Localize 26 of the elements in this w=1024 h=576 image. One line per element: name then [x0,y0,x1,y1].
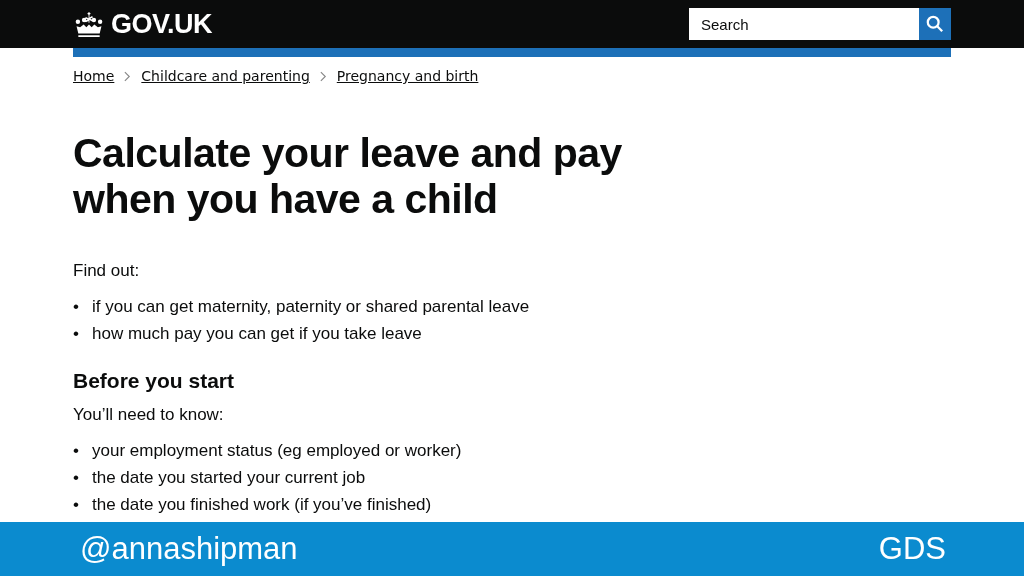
intro-text: Find out: [73,260,141,282]
list-item: if you can get maternity, paternity or shared parental leave [92,296,530,318]
chevron-icon [319,70,327,82]
bullet: • [73,467,80,489]
breadcrumb-link[interactable]: Home [73,68,115,84]
search-icon [926,15,944,33]
breadcrumb-link[interactable]: Childcare and parenting [141,68,310,84]
section-intro: You’ll need to know: [73,404,225,426]
author-handle: @annashipman [80,531,298,567]
govuk-logo-link[interactable]: GOV.UK [73,8,213,40]
chevron-icon [124,70,132,82]
list-item: the date you started your current job [92,467,366,489]
section-heading: Before you start [73,369,236,393]
bullet: • [73,296,80,318]
bullet: • [73,440,80,462]
list-item: the date you finished work (if you’ve finished) [92,494,432,516]
bullet: • [73,494,80,516]
organisation-name: GDS [878,531,946,567]
search-field[interactable]: Search [689,8,919,40]
breadcrumb-link[interactable]: Pregnancy and birth [336,68,479,84]
crown-icon [73,10,105,38]
page-title: Calculate your leave and pay when you have a child [73,130,623,222]
search-button[interactable] [919,8,951,40]
list-item: your employment status (eg employed or worker) [92,440,462,462]
list-item: how much pay you can get if you take leave [92,323,422,345]
bullet: • [73,323,80,345]
